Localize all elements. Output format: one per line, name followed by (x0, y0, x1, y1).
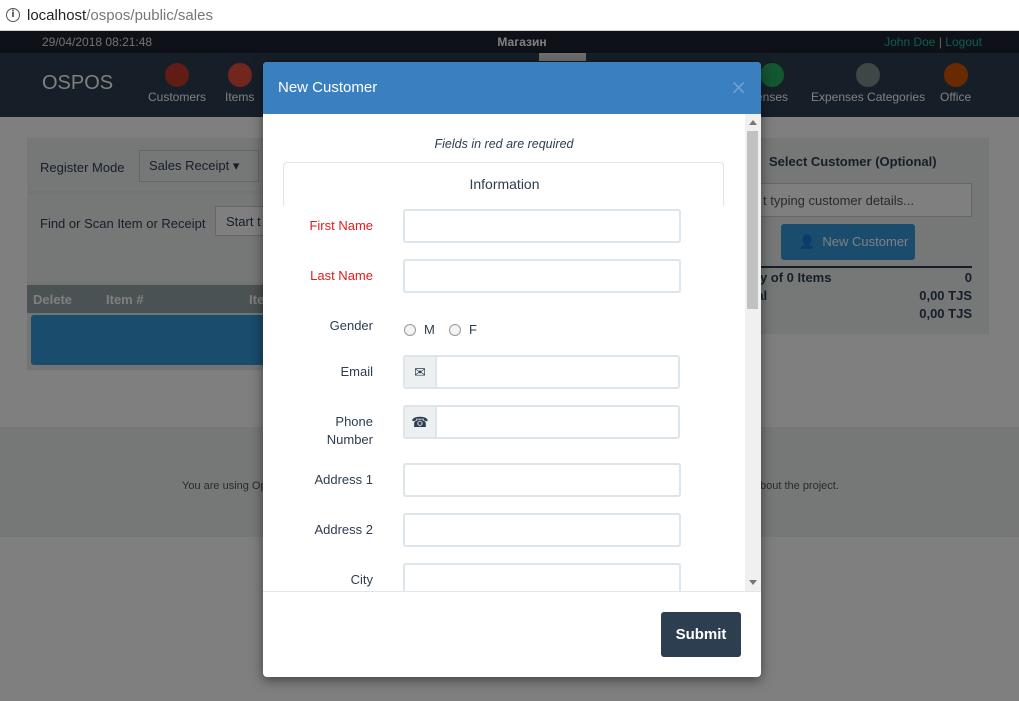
required-fields-note: Fields in red are required (434, 137, 574, 151)
gender-female-label: F (469, 322, 477, 337)
address2-label: Address 2 (314, 522, 373, 537)
phone-input-group: ☎ (403, 405, 680, 439)
modal-header: New Customer × (263, 62, 761, 114)
modal-title: New Customer (278, 79, 378, 96)
scroll-down-arrow-icon[interactable] (749, 580, 757, 585)
email-label: Email (340, 364, 373, 379)
radio-circle (449, 323, 461, 336)
browser-url-bar[interactable]: i localhost/ospos/public/sales (0, 0, 1019, 31)
phone-label-line2: Number (326, 432, 373, 447)
modal-body[interactable]: Fields in red are required Information F… (263, 114, 761, 591)
city-input[interactable] (403, 563, 681, 591)
gender-female-radio[interactable]: F (449, 322, 477, 337)
address1-input[interactable] (403, 463, 681, 497)
gender-label: Gender (329, 318, 373, 333)
scroll-up-arrow-icon[interactable] (749, 120, 757, 125)
phone-label-line1: Phone (335, 414, 373, 429)
url-path: /ospos/public/sales (86, 6, 213, 24)
email-input-group: ✉ (403, 355, 680, 389)
close-icon[interactable]: × (730, 75, 747, 99)
phone-input[interactable] (439, 407, 678, 437)
radio-circle (404, 323, 416, 336)
last-name-input[interactable] (403, 259, 681, 293)
phone-label: Phone Number (263, 413, 373, 449)
url-text[interactable]: localhost/ospos/public/sales (27, 7, 213, 24)
modal-scrollbar[interactable] (745, 114, 761, 591)
address2-input[interactable] (403, 513, 681, 547)
tab-information[interactable]: Information (283, 162, 724, 206)
modal-footer: Submit (263, 591, 761, 677)
info-icon[interactable]: i (6, 8, 20, 22)
gender-male-radio[interactable]: M (404, 322, 435, 337)
city-label: City (350, 572, 373, 587)
first-name-label: First Name (309, 218, 373, 233)
new-customer-modal: New Customer × Fields in red are require… (263, 62, 761, 677)
submit-button[interactable]: Submit (661, 612, 741, 657)
tab-information-label: Information (469, 176, 540, 192)
address1-label: Address 1 (314, 472, 373, 487)
url-host: localhost (27, 6, 87, 24)
first-name-input[interactable] (403, 209, 681, 243)
phone-icon: ☎ (405, 407, 437, 437)
gender-male-label: M (424, 322, 435, 337)
email-input[interactable] (439, 357, 678, 387)
envelope-icon: ✉ (405, 357, 437, 387)
scrollbar-thumb[interactable] (747, 131, 758, 309)
last-name-label: Last Name (310, 268, 373, 283)
